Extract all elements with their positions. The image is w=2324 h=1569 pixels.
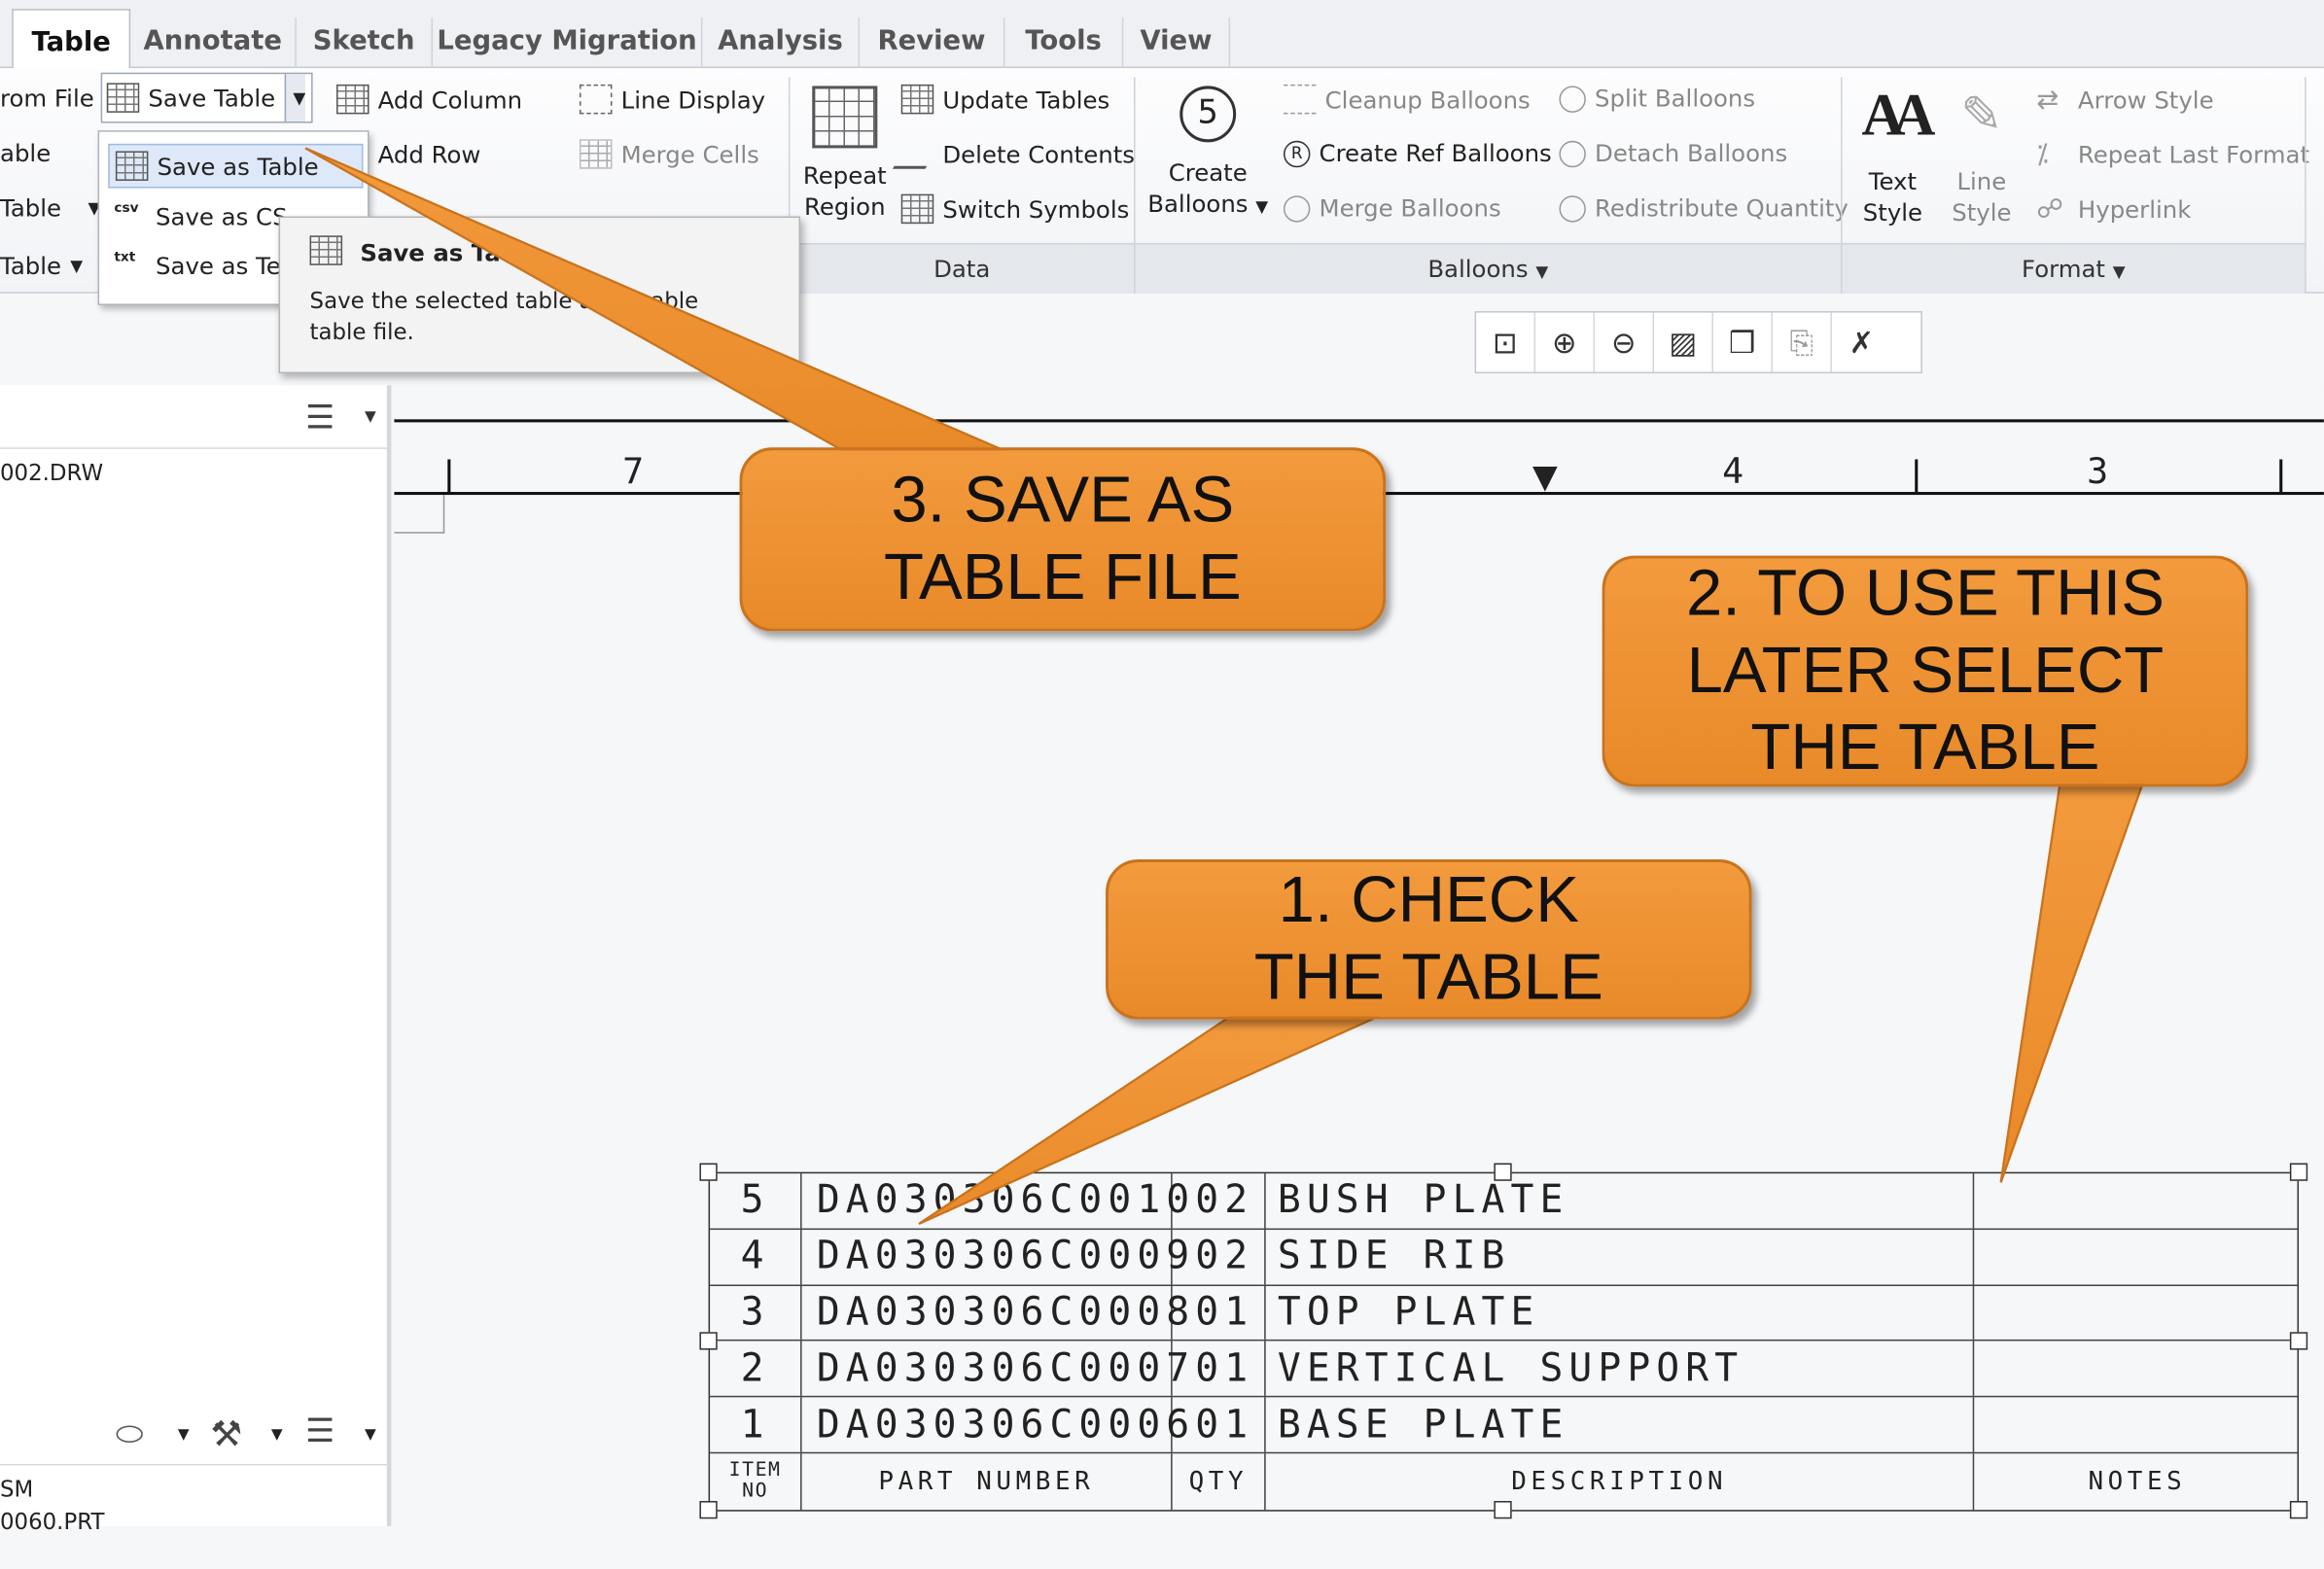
callout-1: 1. CHECK THE TABLE [1106, 859, 1752, 1020]
callout-3: 3. SAVE AS TABLE FILE [739, 447, 1387, 632]
callout-2: 2. TO USE THIS LATER SELECT THE TABLE [1602, 555, 2249, 787]
callout-3-tail [304, 147, 1011, 455]
app-window: Table Annotate Sketch Legacy Migration A… [0, 0, 2324, 1569]
callout-1-tail [918, 1015, 1379, 1226]
callout-2-tail [1999, 781, 2145, 1183]
